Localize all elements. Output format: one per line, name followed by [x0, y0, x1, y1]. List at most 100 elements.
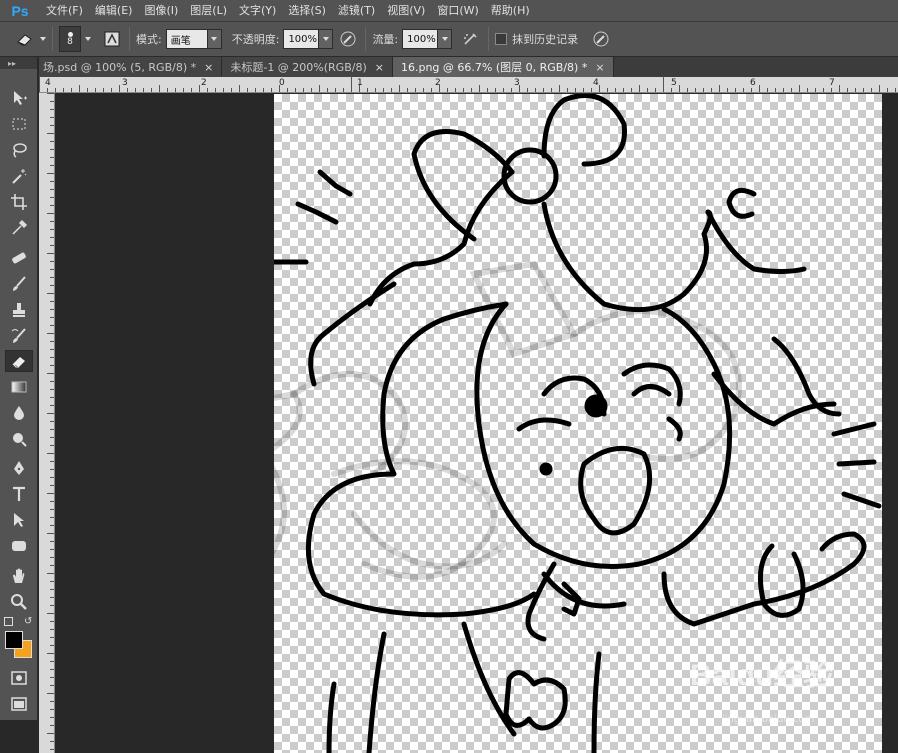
menu-view[interactable]: 视图(V) — [381, 0, 431, 21]
rectangle-tool[interactable] — [5, 535, 33, 557]
close-icon[interactable]: × — [204, 61, 213, 74]
mode-dropdown-button[interactable] — [207, 29, 222, 49]
ruler-tick — [855, 88, 856, 92]
menu-edit[interactable]: 编辑(E) — [89, 0, 139, 21]
erase-to-history-box[interactable] — [495, 33, 508, 45]
erase-to-history-checkbox[interactable]: 抹到历史记录 — [495, 31, 582, 47]
ruler-tick — [295, 88, 296, 92]
tool-preset-picker[interactable] — [14, 28, 46, 50]
ruler-tick — [50, 261, 54, 262]
screen-mode-button[interactable] — [5, 693, 33, 715]
ruler-tick — [255, 88, 256, 92]
brush-tool[interactable] — [5, 273, 33, 295]
magic-wand-tool[interactable] — [5, 165, 33, 187]
mode-select[interactable]: 画笔 — [165, 29, 208, 49]
crop-tool[interactable] — [5, 191, 33, 213]
ruler-tick — [50, 565, 54, 566]
ruler-tick — [207, 88, 208, 92]
pressure-size-button[interactable] — [590, 28, 612, 50]
ruler-tick — [559, 85, 560, 92]
ruler-tick — [535, 88, 536, 92]
menu-file[interactable]: 文件(F) — [40, 0, 89, 21]
blur-tool[interactable] — [5, 402, 33, 424]
flow-dropdown-button[interactable] — [438, 29, 453, 49]
quick-mask-button[interactable] — [5, 667, 33, 689]
move-tool[interactable] — [5, 87, 33, 109]
ruler-tick — [399, 85, 400, 92]
menu-window[interactable]: 窗口(W) — [431, 0, 484, 21]
tab-16-png[interactable]: 16.png @ 66.7% (图层 0, RGB/8) * × — [392, 57, 614, 77]
ruler-tick — [50, 637, 54, 638]
ruler-tick — [55, 88, 56, 92]
opacity-input[interactable]: 100% — [283, 29, 320, 49]
brush-panel-toggle[interactable] — [101, 28, 123, 50]
ruler-tick — [50, 245, 54, 246]
close-icon[interactable]: × — [375, 61, 384, 74]
clone-stamp-tool[interactable] — [5, 299, 33, 321]
tab-untitled-document[interactable]: 未标题-1 @ 200%(RGB/8) × — [222, 57, 393, 77]
ruler-tick — [50, 709, 54, 710]
path-selection-tool[interactable] — [5, 509, 33, 531]
opacity-dropdown-button[interactable] — [319, 29, 334, 49]
ruler-tick — [47, 693, 54, 694]
airbrush-button[interactable] — [460, 28, 482, 50]
pen-tool[interactable] — [5, 457, 33, 479]
swap-colors-icon[interactable]: ↺ — [24, 616, 32, 627]
default-colors-icon[interactable] — [4, 617, 13, 626]
eyedropper-tool[interactable] — [5, 217, 33, 239]
lasso-tool[interactable] — [5, 139, 33, 161]
ruler-tick — [50, 485, 54, 486]
hand-tool[interactable] — [5, 565, 33, 587]
flow-input[interactable]: 100% — [402, 29, 439, 49]
eraser-tool[interactable] — [5, 350, 33, 372]
ruler-tick — [335, 88, 336, 92]
tab-psd-document[interactable]: 场.psd @ 100% (5, RGB/8) * × — [39, 57, 223, 77]
watermark-logo: Baidu经验 — [690, 659, 834, 692]
gradient-tool[interactable] — [5, 376, 33, 398]
ruler-tick — [50, 589, 54, 590]
horizontal-ruler[interactable]: 4 3 2 0 1 2 3 4 5 6 7 — [39, 76, 898, 93]
eyedropper-icon — [12, 219, 28, 235]
drop-icon — [14, 406, 24, 420]
ruler-tick — [50, 677, 54, 678]
ruler-tick — [47, 213, 54, 214]
ruler-tick — [50, 197, 54, 198]
close-icon[interactable]: × — [595, 61, 604, 74]
ruler-tick — [50, 349, 54, 350]
ruler-tick — [231, 88, 232, 92]
ruler-tick — [455, 88, 456, 92]
ruler-tick — [767, 88, 768, 92]
menu-filter[interactable]: 滤镜(T) — [332, 0, 381, 21]
marquee-tool[interactable] — [5, 113, 33, 135]
dodge-tool[interactable] — [5, 428, 33, 450]
ruler-tick — [50, 605, 54, 606]
vertical-ruler[interactable] — [39, 93, 55, 753]
zoom-tool[interactable] — [5, 591, 33, 613]
menu-type[interactable]: 文字(Y) — [233, 0, 282, 21]
menu-image[interactable]: 图像(I) — [138, 0, 184, 21]
ruler-tick — [831, 88, 832, 92]
menu-select[interactable]: 选择(S) — [282, 0, 332, 21]
brush-picker[interactable]: 8 — [59, 26, 91, 52]
ruler-tick — [487, 88, 488, 92]
type-tool[interactable] — [5, 483, 33, 505]
ruler-tick — [50, 509, 54, 510]
brush-size: 8 — [67, 36, 73, 47]
menu-bar: Ps 文件(F) 编辑(E) 图像(I) 图层(L) 文字(Y) 选择(S) 滤… — [0, 0, 898, 21]
menu-layer[interactable]: 图层(L) — [184, 0, 233, 21]
eraser-preset-icon — [14, 28, 36, 50]
tools-panel-header[interactable]: ▸▸ — [0, 57, 37, 69]
photoshop-logo: Ps — [11, 2, 29, 19]
ruler-tick — [511, 88, 512, 92]
foreground-color-swatch[interactable] — [5, 631, 23, 649]
ruler-tick — [50, 597, 54, 598]
pressure-opacity-button[interactable] — [337, 28, 359, 50]
ruler-tick — [407, 88, 408, 92]
airbrush-icon — [464, 33, 477, 45]
healing-brush-tool[interactable] — [5, 247, 33, 269]
menu-help[interactable]: 帮助(H) — [485, 0, 536, 21]
pressure-pen-icon — [340, 31, 356, 47]
vertical-scrollbar[interactable] — [882, 94, 898, 753]
history-brush-tool[interactable] — [5, 325, 33, 347]
ruler-tick — [50, 149, 54, 150]
